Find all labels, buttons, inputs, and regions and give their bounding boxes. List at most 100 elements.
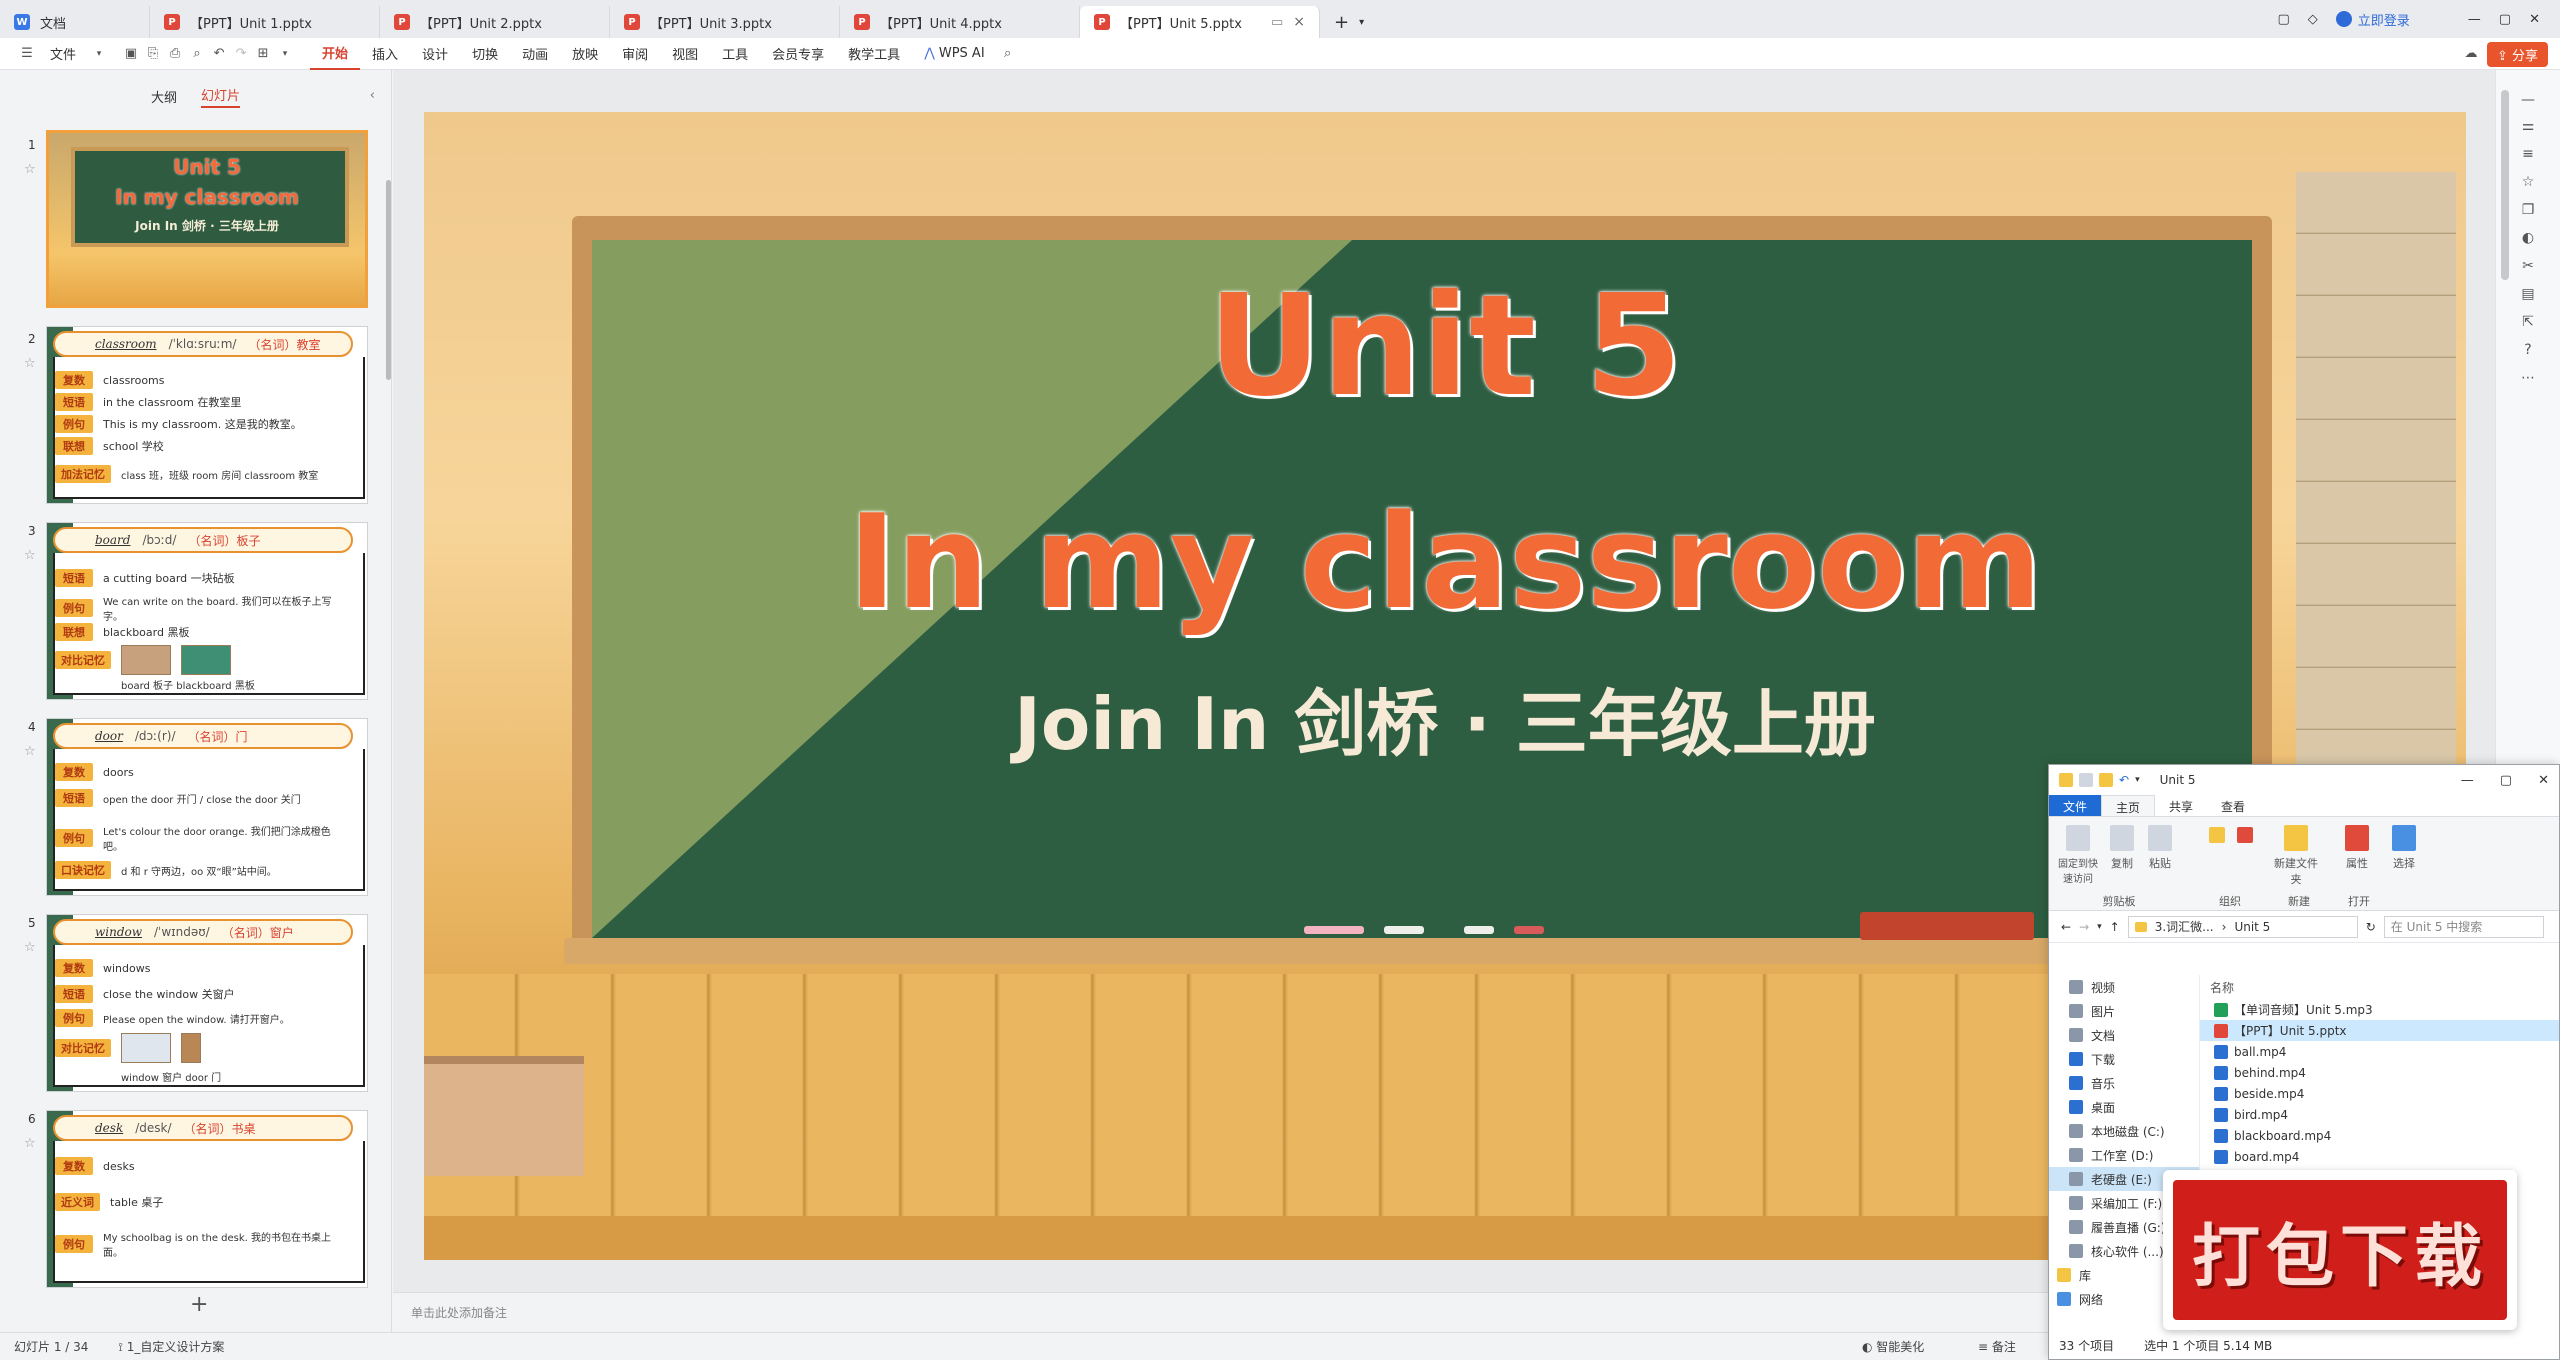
star-icon[interactable]: ☆ [24,1136,36,1151]
share-button[interactable]: ⇪ 分享 [2486,42,2548,67]
menu-animations[interactable]: 动画 [510,38,560,70]
close-tab-icon[interactable]: × [1293,14,1305,30]
nav-item[interactable]: 下载 [2049,1047,2199,1071]
properties-button[interactable]: 属性 [2337,825,2377,871]
menu-design[interactable]: 设计 [410,38,460,70]
slide-thumbnail-4[interactable]: 复数 doors 短语 open the door 开门 / close the d… [46,718,368,896]
cube-icon[interactable]: ◇ [2308,12,2318,27]
menu-slideshow[interactable]: 放映 [560,38,610,70]
tab-view[interactable]: 查看 [2207,795,2259,816]
minimize-icon[interactable]: — [2461,773,2474,788]
menu-review[interactable]: 审阅 [610,38,660,70]
filter-icon[interactable]: ⚌ [2518,118,2538,138]
collapse-panel-icon[interactable]: ‹ [370,88,375,103]
design-icon[interactable]: ◐ [2518,230,2538,250]
undo-icon[interactable]: ↶ [208,43,230,65]
tools-icon[interactable]: ✂ [2518,258,2538,278]
redo-icon[interactable]: ↷ [230,43,252,65]
menu-view[interactable]: 视图 [660,38,710,70]
nav-item[interactable]: 音乐 [2049,1071,2199,1095]
undo-icon[interactable]: ↶ [2119,773,2129,787]
close-window-icon[interactable]: ✕ [2538,773,2549,788]
file-row[interactable]: bird.mp4 [2200,1104,2559,1125]
tab-outline[interactable]: 大纲 [151,87,177,106]
smart-beautify-button[interactable]: ◐ 智能美化 [1862,1338,1924,1355]
share-icon[interactable]: ⇱ [2518,314,2538,334]
slide-title-line1[interactable]: Unit 5 [424,272,2466,422]
paste-button[interactable]: 粘贴 [2143,825,2177,871]
chevron-down-icon[interactable]: ▾ [2135,775,2140,785]
star-icon[interactable]: ☆ [24,162,36,177]
theme-indicator[interactable]: ⟟ 1_自定义设计方案 [118,1338,224,1355]
pin-icon[interactable]: ▭ [1271,15,1283,30]
window-mode-icon[interactable]: ▢ [2277,12,2289,27]
tab-share[interactable]: 共享 [2155,795,2207,816]
star-outline-icon[interactable]: ☆ [2518,174,2538,194]
print-preview-icon[interactable]: ⌕ [186,43,208,65]
close-window-icon[interactable]: ✕ [2529,12,2540,27]
star-icon[interactable]: ☆ [24,744,36,759]
tab-unit3[interactable]: P 【PPT】Unit 3.pptx [610,6,840,38]
file-row[interactable]: board.mp4 [2200,1146,2559,1167]
pin-quick-access-button[interactable]: 固定到快速访问 [2055,825,2101,885]
chevron-down-icon[interactable]: ▾ [2097,922,2102,932]
slide-subtitle[interactable]: Join In 剑桥 · 三年级上册 [424,682,2466,766]
slide-thumbnail-6[interactable]: 复数 desks 近义词 table 桌子 例句 My schoolbag is on… [46,1110,368,1288]
new-folder-button[interactable]: 新建文件夹 [2273,825,2319,887]
new-tab-button[interactable]: + ▾ [1320,6,1378,38]
adjust-icon[interactable]: ≡ [2518,146,2538,166]
tab-unit5[interactable]: P 【PPT】Unit 5.pptx ▭ × [1080,6,1320,38]
forward-icon[interactable]: → [2079,920,2089,934]
notes-pane[interactable]: 单击此处添加备注 [393,1292,2053,1332]
add-slide-icon[interactable]: + [190,1292,208,1317]
new-folder-icon[interactable] [2099,773,2113,787]
column-header[interactable]: 名称 [2200,975,2559,999]
tab-home[interactable]: 主页 [2101,795,2156,816]
minimize-icon[interactable]: — [2468,12,2481,27]
file-menu[interactable]: 文件 [38,38,88,70]
menu-member[interactable]: 会员专享 [760,38,836,70]
cloud-icon[interactable]: ☁ [2460,43,2482,65]
hamburger-icon[interactable]: ☰ [16,43,38,65]
tab-unit4[interactable]: P 【PPT】Unit 4.pptx [840,6,1080,38]
tab-unit1[interactable]: P 【PPT】Unit 1.pptx [150,6,380,38]
file-row[interactable]: blackboard.mp4 [2200,1125,2559,1146]
copy-icon[interactable]: ❐ [2518,202,2538,222]
menu-insert[interactable]: 插入 [360,38,410,70]
tab-docs[interactable]: W 文档 [0,6,150,38]
file-row[interactable]: behind.mp4 [2200,1062,2559,1083]
refresh-icon[interactable]: ↻ [2366,920,2376,934]
explorer-search-input[interactable]: 在 Unit 5 中搜索 [2383,915,2544,938]
path-field[interactable]: 3.词汇微... › Unit 5 [2127,915,2358,938]
menu-transitions[interactable]: 切换 [460,38,510,70]
nav-item[interactable]: 本地磁盘 (C:) [2049,1119,2199,1143]
back-icon[interactable]: ← [2061,920,2071,934]
file-row[interactable]: beside.mp4 [2200,1083,2559,1104]
maximize-icon[interactable]: ▢ [2499,12,2511,27]
notes-toggle-button[interactable]: ≡ 备注 [1978,1338,2016,1355]
slide-title-line2[interactable]: In my classroom [424,492,2466,632]
properties-icon[interactable] [2079,773,2093,787]
download-package-badge[interactable]: 打包下载 [2163,1170,2517,1330]
file-row[interactable]: 【单词音频】Unit 5.mp3 [2200,999,2559,1020]
copy-button[interactable]: 复制 [2105,825,2139,871]
star-icon[interactable]: ☆ [24,356,36,371]
nav-item[interactable]: 工作室 (D:) [2049,1143,2199,1167]
star-icon[interactable]: ☆ [24,548,36,563]
move-to-button[interactable] [2205,827,2229,847]
select-button[interactable]: 选择 [2387,825,2421,871]
chevron-down-icon[interactable]: ▾ [274,43,296,65]
nav-item[interactable]: 视频 [2049,975,2199,999]
nav-item[interactable]: 图片 [2049,999,2199,1023]
chevron-down-icon[interactable]: ▾ [88,43,110,65]
login-button[interactable]: 立即登录 [2335,10,2410,29]
slide-thumbnail-3[interactable]: 短语 a cutting board 一块砧板 例句 We can write on… [46,522,368,700]
slide-thumbnail-1[interactable]: Unit 5 In my classroom Join In 剑桥 · 三年级上… [46,130,368,308]
canvas-scrollbar[interactable] [2501,90,2509,280]
book-icon[interactable]: ▤ [2518,286,2538,306]
export-icon[interactable]: ⎘ [142,43,164,65]
nav-item[interactable]: 文档 [2049,1023,2199,1047]
help-icon[interactable]: ? [2518,342,2538,362]
more-icon[interactable]: ⋯ [2518,370,2538,390]
tab-unit2[interactable]: P 【PPT】Unit 2.pptx [380,6,610,38]
